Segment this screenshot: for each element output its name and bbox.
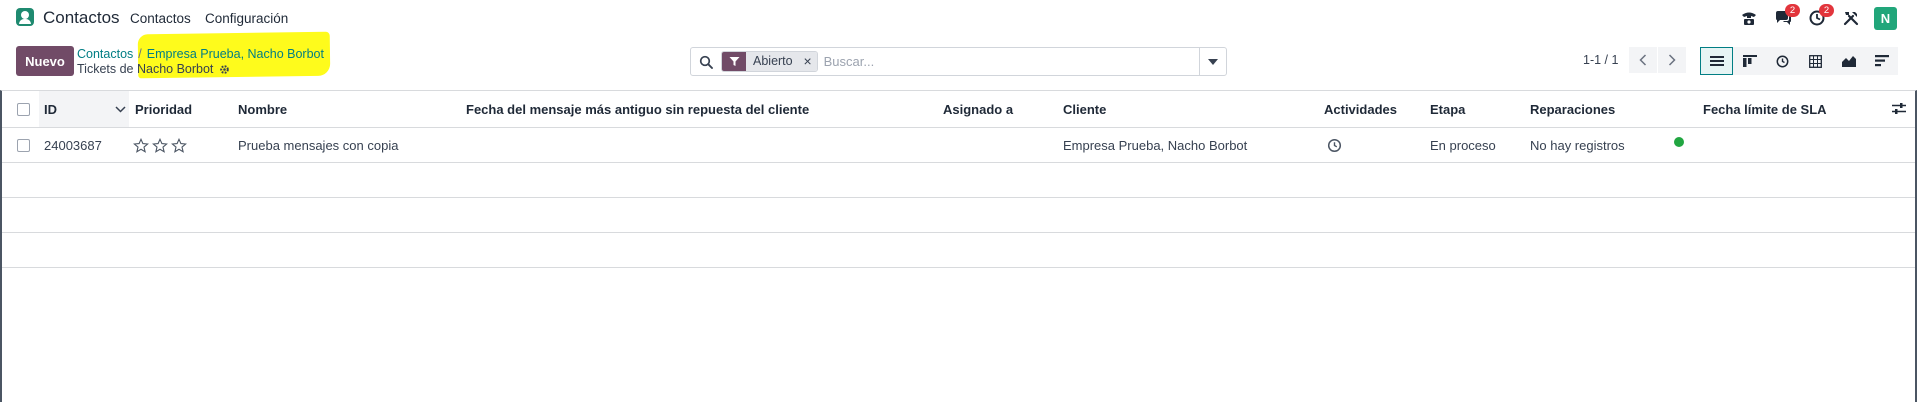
cell-id: 24003687: [44, 138, 102, 153]
chevron-left-icon: [1639, 54, 1647, 66]
search-input[interactable]: [823, 49, 1199, 74]
facet-remove-icon[interactable]: ×: [798, 52, 817, 71]
breadcrumb-record[interactable]: Empresa Prueba, Nacho Borbot: [147, 47, 324, 61]
pager-value[interactable]: 1-1 / 1: [1583, 53, 1618, 67]
messages-icon[interactable]: 2: [1772, 4, 1800, 29]
caret-down-icon: [1208, 58, 1218, 65]
app-name[interactable]: Contactos: [43, 8, 120, 28]
column-repairs[interactable]: Reparaciones: [1530, 91, 1615, 127]
cell-repairs: No hay registros: [1530, 138, 1625, 153]
facet-label: Abierto: [746, 52, 799, 71]
tickets-list: ID Prioridad Nombre Fecha del mensaje má…: [0, 90, 1917, 402]
breadcrumb: Contactos / Empresa Prueba, Nacho Borbot: [77, 47, 324, 61]
table-header: ID Prioridad Nombre Fecha del mensaje má…: [2, 91, 1915, 128]
column-id[interactable]: ID: [44, 91, 57, 127]
search-facet[interactable]: Abierto ×: [721, 51, 818, 72]
pager-next-button[interactable]: [1658, 47, 1686, 73]
column-sla-deadline[interactable]: Fecha límite de SLA: [1703, 91, 1827, 127]
search-icon[interactable]: [691, 48, 721, 75]
contacts-app-icon[interactable]: [16, 8, 34, 26]
cell-stage: En proceso: [1430, 138, 1496, 153]
column-name[interactable]: Nombre: [238, 91, 287, 127]
column-oldest-message[interactable]: Fecha del mensaje más antiguo sin repues…: [466, 91, 809, 127]
phone-icon[interactable]: [1738, 7, 1760, 29]
breadcrumb-separator: /: [138, 47, 142, 61]
chevron-down-icon[interactable]: [115, 106, 126, 113]
star-icon[interactable]: [171, 138, 187, 154]
cell-name: Prueba mensajes con copia: [238, 138, 399, 153]
list-view-icon[interactable]: [1700, 47, 1733, 75]
column-stage[interactable]: Etapa: [1430, 91, 1465, 127]
list-empty-area: [2, 268, 1915, 402]
star-icon[interactable]: [133, 138, 149, 154]
status-dot: [1674, 137, 1684, 147]
kanban-view-icon[interactable]: [1733, 47, 1766, 75]
filter-icon: [722, 52, 746, 71]
row-checkbox[interactable]: [17, 139, 30, 152]
clock-icon[interactable]: [1327, 138, 1342, 153]
pager-previous-button[interactable]: [1629, 47, 1657, 73]
page-title: Tickets de Nacho Borbot: [77, 62, 230, 76]
top-navbar: Contactos Contactos Configuración 2 2 N: [0, 0, 1917, 36]
empty-row: [2, 233, 1915, 268]
search-bar: Abierto ×: [690, 47, 1227, 76]
search-options-toggle[interactable]: [1199, 48, 1226, 75]
tools-icon[interactable]: [1840, 7, 1862, 29]
empty-row: [2, 198, 1915, 233]
select-all-checkbox[interactable]: [17, 103, 30, 116]
breadcrumb-contactos[interactable]: Contactos: [77, 47, 133, 61]
graph-view-icon[interactable]: [1832, 47, 1865, 75]
column-customer[interactable]: Cliente: [1063, 91, 1106, 127]
empty-row: [2, 163, 1915, 198]
activity-clock-icon[interactable]: 2: [1806, 4, 1834, 29]
star-icon[interactable]: [152, 138, 168, 154]
priority-stars[interactable]: [133, 138, 187, 154]
chevron-right-icon: [1668, 54, 1676, 66]
activity-badge: 2: [1819, 4, 1834, 17]
column-assigned[interactable]: Asignado a: [943, 91, 1013, 127]
table-row[interactable]: 24003687 Prueba mensajes con copia Empre…: [2, 128, 1915, 163]
activity-view-icon[interactable]: [1766, 47, 1799, 75]
systray: 2 2 N: [1738, 4, 1897, 30]
page-title-text: Tickets de Nacho Borbot: [77, 62, 214, 76]
column-activities[interactable]: Actividades: [1324, 91, 1397, 127]
column-priority[interactable]: Prioridad: [135, 91, 192, 127]
optional-columns-icon[interactable]: [1892, 102, 1906, 115]
messages-badge: 2: [1785, 4, 1800, 17]
gear-icon[interactable]: [219, 64, 230, 75]
menu-item-contactos[interactable]: Contactos: [130, 11, 191, 26]
user-avatar[interactable]: N: [1874, 6, 1897, 30]
view-switcher: [1700, 47, 1898, 75]
new-button[interactable]: Nuevo: [16, 46, 74, 76]
menu-item-configuracion[interactable]: Configuración: [205, 11, 288, 26]
cohort-view-icon[interactable]: [1865, 47, 1898, 75]
cell-customer: Empresa Prueba, Nacho Borbot: [1063, 138, 1248, 153]
pivot-view-icon[interactable]: [1799, 47, 1832, 75]
